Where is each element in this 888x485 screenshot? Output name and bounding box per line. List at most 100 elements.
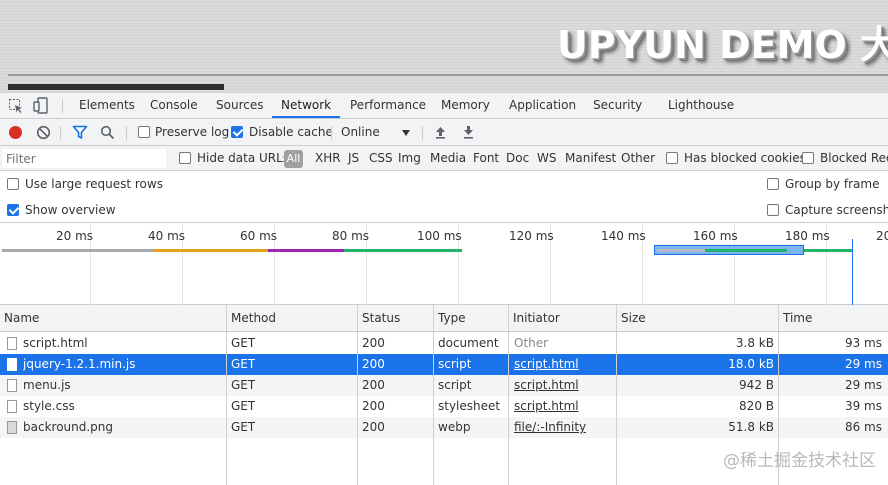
preserve-log-label: Preserve log xyxy=(155,125,230,139)
filter-icon[interactable] xyxy=(72,125,88,140)
request-name: style.css xyxy=(23,399,75,413)
tab-divider xyxy=(62,99,63,113)
tick-label: 160 ms xyxy=(693,229,738,243)
tab-lighthouse[interactable]: Lighthouse xyxy=(668,93,734,118)
request-initiator-link[interactable]: script.html xyxy=(514,354,579,375)
request-name: menu.js xyxy=(23,378,71,392)
filter-type-ws[interactable]: WS xyxy=(537,146,556,171)
filter-type-media[interactable]: Media xyxy=(430,146,466,171)
filter-type-img[interactable]: Img xyxy=(398,146,421,171)
column-divider[interactable] xyxy=(616,305,617,485)
table-row-selected[interactable]: jquery-1.2.1.min.js GET 200 script scrip… xyxy=(0,354,888,375)
banner-divider xyxy=(8,74,888,76)
request-time: 29 ms xyxy=(844,378,882,392)
tab-performance[interactable]: Performance xyxy=(350,93,426,118)
column-header-method[interactable]: Method xyxy=(227,305,276,332)
filter-type-css[interactable]: CSS xyxy=(369,146,393,171)
disable-cache-checkbox[interactable] xyxy=(231,126,243,138)
hide-data-urls-checkbox[interactable] xyxy=(179,152,191,164)
column-header-name[interactable]: Name xyxy=(0,305,39,332)
table-row[interactable]: style.css GET 200 stylesheet script.html… xyxy=(0,396,888,417)
request-type: script xyxy=(438,378,472,392)
request-size: 820 B xyxy=(739,399,774,413)
request-name: jquery-1.2.1.min.js xyxy=(23,357,136,371)
tab-network[interactable]: Network xyxy=(272,93,341,118)
request-initiator-link[interactable]: script.html xyxy=(514,375,579,396)
tab-application[interactable]: Application xyxy=(509,93,576,118)
column-header-size[interactable]: Size xyxy=(617,305,646,332)
throttling-select[interactable]: Online xyxy=(341,119,380,146)
network-toolbar: Preserve log Disable cache Online xyxy=(0,119,888,146)
table-row[interactable]: script.html GET 200 document Other 3.8 k… xyxy=(0,333,888,354)
overview-bar xyxy=(804,249,852,252)
tick-label: 180 ms xyxy=(785,229,830,243)
column-divider[interactable] xyxy=(508,305,509,485)
filter-type-doc[interactable]: Doc xyxy=(506,146,529,171)
filter-type-xhr[interactable]: XHR xyxy=(315,146,341,171)
column-header-initiator[interactable]: Initiator xyxy=(509,305,560,332)
request-type: script xyxy=(438,357,472,371)
show-overview-checkbox[interactable] xyxy=(7,204,19,216)
tab-memory[interactable]: Memory xyxy=(441,93,490,118)
tab-security[interactable]: Security xyxy=(593,93,642,118)
group-by-frame-label: Group by frame xyxy=(785,177,880,191)
capture-screenshots-label: Capture screenshot xyxy=(785,203,888,217)
request-initiator-link[interactable]: file/:-Infinity xyxy=(514,417,586,438)
table-row[interactable]: backround.png GET 200 webp file/:-Infini… xyxy=(0,417,888,438)
request-name: backround.png xyxy=(23,420,114,434)
column-divider[interactable] xyxy=(433,305,434,485)
column-header-type[interactable]: Type xyxy=(434,305,466,332)
import-har-icon[interactable] xyxy=(434,125,447,140)
table-row[interactable]: menu.js GET 200 script script.html 942 B… xyxy=(0,375,888,396)
inspect-element-icon[interactable] xyxy=(8,98,24,114)
has-blocked-cookies-checkbox[interactable] xyxy=(666,152,678,164)
chevron-down-icon[interactable] xyxy=(402,130,410,136)
hide-data-urls-label: Hide data URLs xyxy=(197,151,290,165)
filter-input[interactable] xyxy=(2,149,166,168)
request-size: 942 B xyxy=(739,378,774,392)
search-icon[interactable] xyxy=(100,125,115,140)
request-status: 200 xyxy=(362,336,385,350)
large-rows-checkbox[interactable] xyxy=(7,178,19,190)
request-initiator-link[interactable]: script.html xyxy=(514,396,579,417)
preserve-log-checkbox[interactable] xyxy=(138,126,150,138)
column-divider[interactable] xyxy=(226,305,227,485)
request-name: script.html xyxy=(23,336,88,350)
column-header-time[interactable]: Time xyxy=(779,305,812,332)
capture-screenshots-checkbox[interactable] xyxy=(767,204,779,216)
filter-type-all[interactable]: All xyxy=(284,150,303,168)
group-by-frame-checkbox[interactable] xyxy=(767,178,779,190)
tick-label: 40 ms xyxy=(148,229,186,243)
banner-bar xyxy=(8,84,224,90)
column-divider[interactable] xyxy=(357,305,358,485)
filter-bar: Hide data URLs All XHR JS CSS Img Media … xyxy=(0,146,888,171)
clear-icon[interactable] xyxy=(36,125,51,140)
tab-elements[interactable]: Elements xyxy=(79,93,135,118)
record-icon[interactable] xyxy=(9,126,22,139)
banner-title: UPYUN DEMO 大 xyxy=(557,23,888,67)
export-har-icon[interactable] xyxy=(462,125,475,140)
device-toolbar-icon[interactable] xyxy=(33,97,49,114)
filter-type-js[interactable]: JS xyxy=(348,146,359,171)
overview-bar xyxy=(657,249,705,252)
script-file-icon xyxy=(7,358,17,371)
blocked-requests-checkbox[interactable] xyxy=(802,152,814,164)
filter-type-font[interactable]: Font xyxy=(473,146,499,171)
devtools-panel: Elements Console Sources Network Perform… xyxy=(0,93,888,485)
tab-console[interactable]: Console xyxy=(150,93,198,118)
filter-type-other[interactable]: Other xyxy=(621,146,655,171)
request-status: 200 xyxy=(362,420,385,434)
request-status: 200 xyxy=(362,357,385,371)
has-blocked-cookies-label: Has blocked cookies xyxy=(684,151,806,165)
filter-type-manifest[interactable]: Manifest xyxy=(565,146,616,171)
overview-bar xyxy=(344,249,462,252)
request-type: document xyxy=(438,336,499,350)
request-method: GET xyxy=(231,378,256,392)
toolbar-divider xyxy=(422,126,423,140)
network-overview[interactable]: 20 ms 40 ms 60 ms 80 ms 100 ms 120 ms 14… xyxy=(0,223,888,305)
column-header-status[interactable]: Status xyxy=(358,305,400,332)
tab-sources[interactable]: Sources xyxy=(216,93,263,118)
request-time: 93 ms xyxy=(844,336,882,350)
request-status: 200 xyxy=(362,399,385,413)
toolbar-divider xyxy=(331,126,332,140)
